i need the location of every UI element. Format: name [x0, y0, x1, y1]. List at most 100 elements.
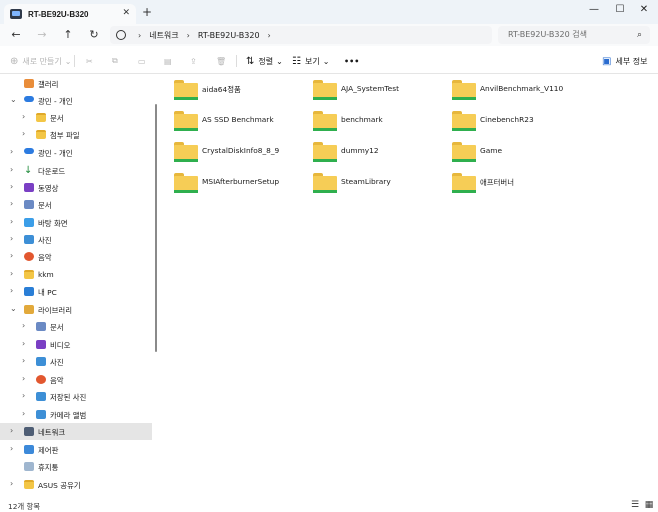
chevron-right-icon[interactable]: › [10, 182, 13, 191]
sidebar-item[interactable]: › 첨부 파일 [0, 126, 152, 143]
rename-icon[interactable]: ▤ [164, 54, 172, 68]
folder-item[interactable]: AnvilBenchmark_V110 [438, 78, 578, 102]
sidebar-item[interactable]: › 사진 [0, 353, 152, 370]
folder-item[interactable]: 애프터버너 [438, 171, 578, 195]
folder-item[interactable]: AJA_SystemTest [299, 78, 439, 102]
chevron-right-icon[interactable]: › [22, 374, 25, 383]
chevron-right-icon[interactable]: › [22, 129, 25, 138]
forward-button[interactable]: → [34, 28, 50, 42]
sort-button[interactable]: ⇅ 정렬 ⌄ [246, 54, 283, 68]
share-icon[interactable]: ⇪ [190, 54, 197, 68]
chevron-right-icon[interactable]: › [22, 356, 25, 365]
sidebar-item[interactable]: › kkm [0, 266, 152, 283]
sidebar-item[interactable]: › ↓ 다운로드 [0, 162, 152, 179]
paste-icon[interactable]: ▭ [138, 54, 146, 68]
shared-folder-icon [174, 111, 198, 131]
chevron-right-icon[interactable]: › [22, 391, 25, 400]
sidebar-item-label: 내 PC [38, 288, 57, 297]
gallery-icon [24, 79, 34, 88]
navigation-pane-scrollbar[interactable] [155, 104, 157, 352]
folder-item[interactable]: aida64정품 [160, 78, 300, 102]
sidebar-item[interactable]: › 저장된 사진 [0, 388, 152, 405]
search-input[interactable]: RT-BE92U-B320 검색 ⌕ [498, 26, 650, 44]
pc-icon [24, 287, 34, 296]
folder-item[interactable]: MSIAfterburnerSetup [160, 171, 300, 195]
chevron-right-icon[interactable]: › [10, 165, 13, 174]
chevron-right-icon[interactable]: › [22, 409, 25, 418]
sidebar-item[interactable]: › 제어판 [0, 441, 152, 458]
close-window-button[interactable]: ✕ [634, 2, 654, 18]
chevron-right-icon[interactable]: › [10, 251, 13, 260]
folder-item[interactable]: Game [438, 140, 578, 164]
search-icon[interactable]: ⌕ [637, 26, 642, 44]
new-button[interactable]: ⊕ 새로 만들기 ⌄ [10, 54, 71, 68]
sidebar-item[interactable]: 휴지통 [0, 458, 152, 475]
folder-item[interactable]: CinebenchR23 [438, 109, 578, 133]
sidebar-item[interactable]: › 사진 [0, 231, 152, 248]
tab-close-icon[interactable]: ✕ [122, 8, 130, 18]
copy-icon[interactable]: ⧉ [112, 54, 118, 68]
sidebar-item[interactable]: ⌄ 광민 - 개인 [0, 92, 152, 109]
breadcrumb-rt-be92u-b320[interactable]: RT-BE92U-B320 [198, 31, 260, 40]
chevron-right-icon[interactable]: › [10, 147, 13, 156]
chevron-right-icon[interactable]: › [10, 444, 13, 453]
minimize-button[interactable]: — [584, 2, 604, 18]
chevron-down-icon[interactable]: ⌄ [10, 95, 17, 104]
sidebar-item[interactable]: › ASUS 공유기 [0, 476, 152, 493]
sidebar-item-label: 동영상 [38, 184, 59, 193]
folder-name: AS SSD Benchmark [202, 115, 274, 124]
details-pane-button[interactable]: ▣ 세부 정보 [602, 54, 647, 68]
chevron-down-icon[interactable]: ⌄ [10, 304, 17, 313]
sidebar-item[interactable]: › 카메라 앨범 [0, 406, 152, 423]
chevron-right-icon[interactable]: › [10, 217, 13, 226]
chevron-right-icon[interactable]: › [10, 269, 13, 278]
cut-icon[interactable]: ✂ [86, 54, 93, 68]
breadcrumb-separator[interactable]: › [268, 31, 271, 40]
chevron-right-icon[interactable]: › [22, 339, 25, 348]
sidebar-item[interactable]: › 바탕 화면 [0, 214, 152, 231]
folder-item[interactable]: CrystalDiskInfo8_8_9 [160, 140, 300, 164]
more-options-button[interactable]: ••• [344, 54, 359, 68]
delete-icon[interactable]: 🗑 [216, 54, 226, 68]
sidebar-item[interactable]: 갤러리 [0, 75, 152, 92]
refresh-button[interactable]: ↻ [86, 28, 102, 42]
breadcrumb-separator: › [186, 30, 190, 40]
address-bar[interactable]: › 네트워크 › RT-BE92U-B320 › [110, 26, 492, 44]
chevron-right-icon[interactable]: › [10, 234, 13, 243]
sidebar-item[interactable]: › 네트워크 [0, 423, 152, 440]
chevron-right-icon[interactable]: › [10, 199, 13, 208]
sidebar-item[interactable]: › 문서 [0, 196, 152, 213]
chevron-right-icon[interactable]: › [22, 112, 25, 121]
sidebar-item[interactable]: › 내 PC [0, 283, 152, 300]
sidebar-item-label: 갤러리 [38, 80, 59, 89]
folder-item[interactable]: AS SSD Benchmark [160, 109, 300, 133]
view-label: 보기 [304, 56, 320, 66]
sidebar-item[interactable]: › 광민 - 개인 [0, 144, 152, 161]
sidebar-item[interactable]: › 문서 [0, 318, 152, 335]
shared-folder-icon [313, 80, 337, 100]
tab-rt-be92u-b320[interactable]: RT-BE92U-B320 ✕ [4, 4, 136, 24]
breadcrumb-network[interactable]: 네트워크 [149, 30, 178, 41]
sidebar-item[interactable]: › 동영상 [0, 179, 152, 196]
sidebar-item-label: 음악 [38, 253, 52, 262]
back-button[interactable]: ← [8, 28, 24, 42]
sidebar-item[interactable]: ⌄ 라이브러리 [0, 301, 152, 318]
chevron-right-icon[interactable]: › [10, 479, 13, 488]
large-icons-view-icon[interactable]: ▦ [644, 500, 654, 510]
chevron-right-icon[interactable]: › [10, 426, 13, 435]
maximize-button[interactable]: ☐ [610, 2, 630, 18]
chevron-right-icon[interactable]: › [22, 321, 25, 330]
sidebar-item[interactable]: › 음악 [0, 371, 152, 388]
sidebar-item[interactable]: › 음악 [0, 248, 152, 265]
sidebar-item[interactable]: › 문서 [0, 109, 152, 126]
folder-item[interactable]: dummy12 [299, 140, 439, 164]
sidebar-item[interactable]: › 비디오 [0, 336, 152, 353]
chevron-right-icon[interactable]: › [10, 286, 13, 295]
view-button[interactable]: ☷ 보기 ⌄ [292, 54, 329, 68]
folder-item[interactable]: SteamLibrary [299, 171, 439, 195]
up-button[interactable]: ↑ [60, 28, 76, 42]
new-tab-button[interactable]: + [142, 5, 152, 19]
library-icon [24, 305, 34, 314]
folder-item[interactable]: benchmark [299, 109, 439, 133]
details-view-icon[interactable]: ☰ [630, 500, 640, 510]
